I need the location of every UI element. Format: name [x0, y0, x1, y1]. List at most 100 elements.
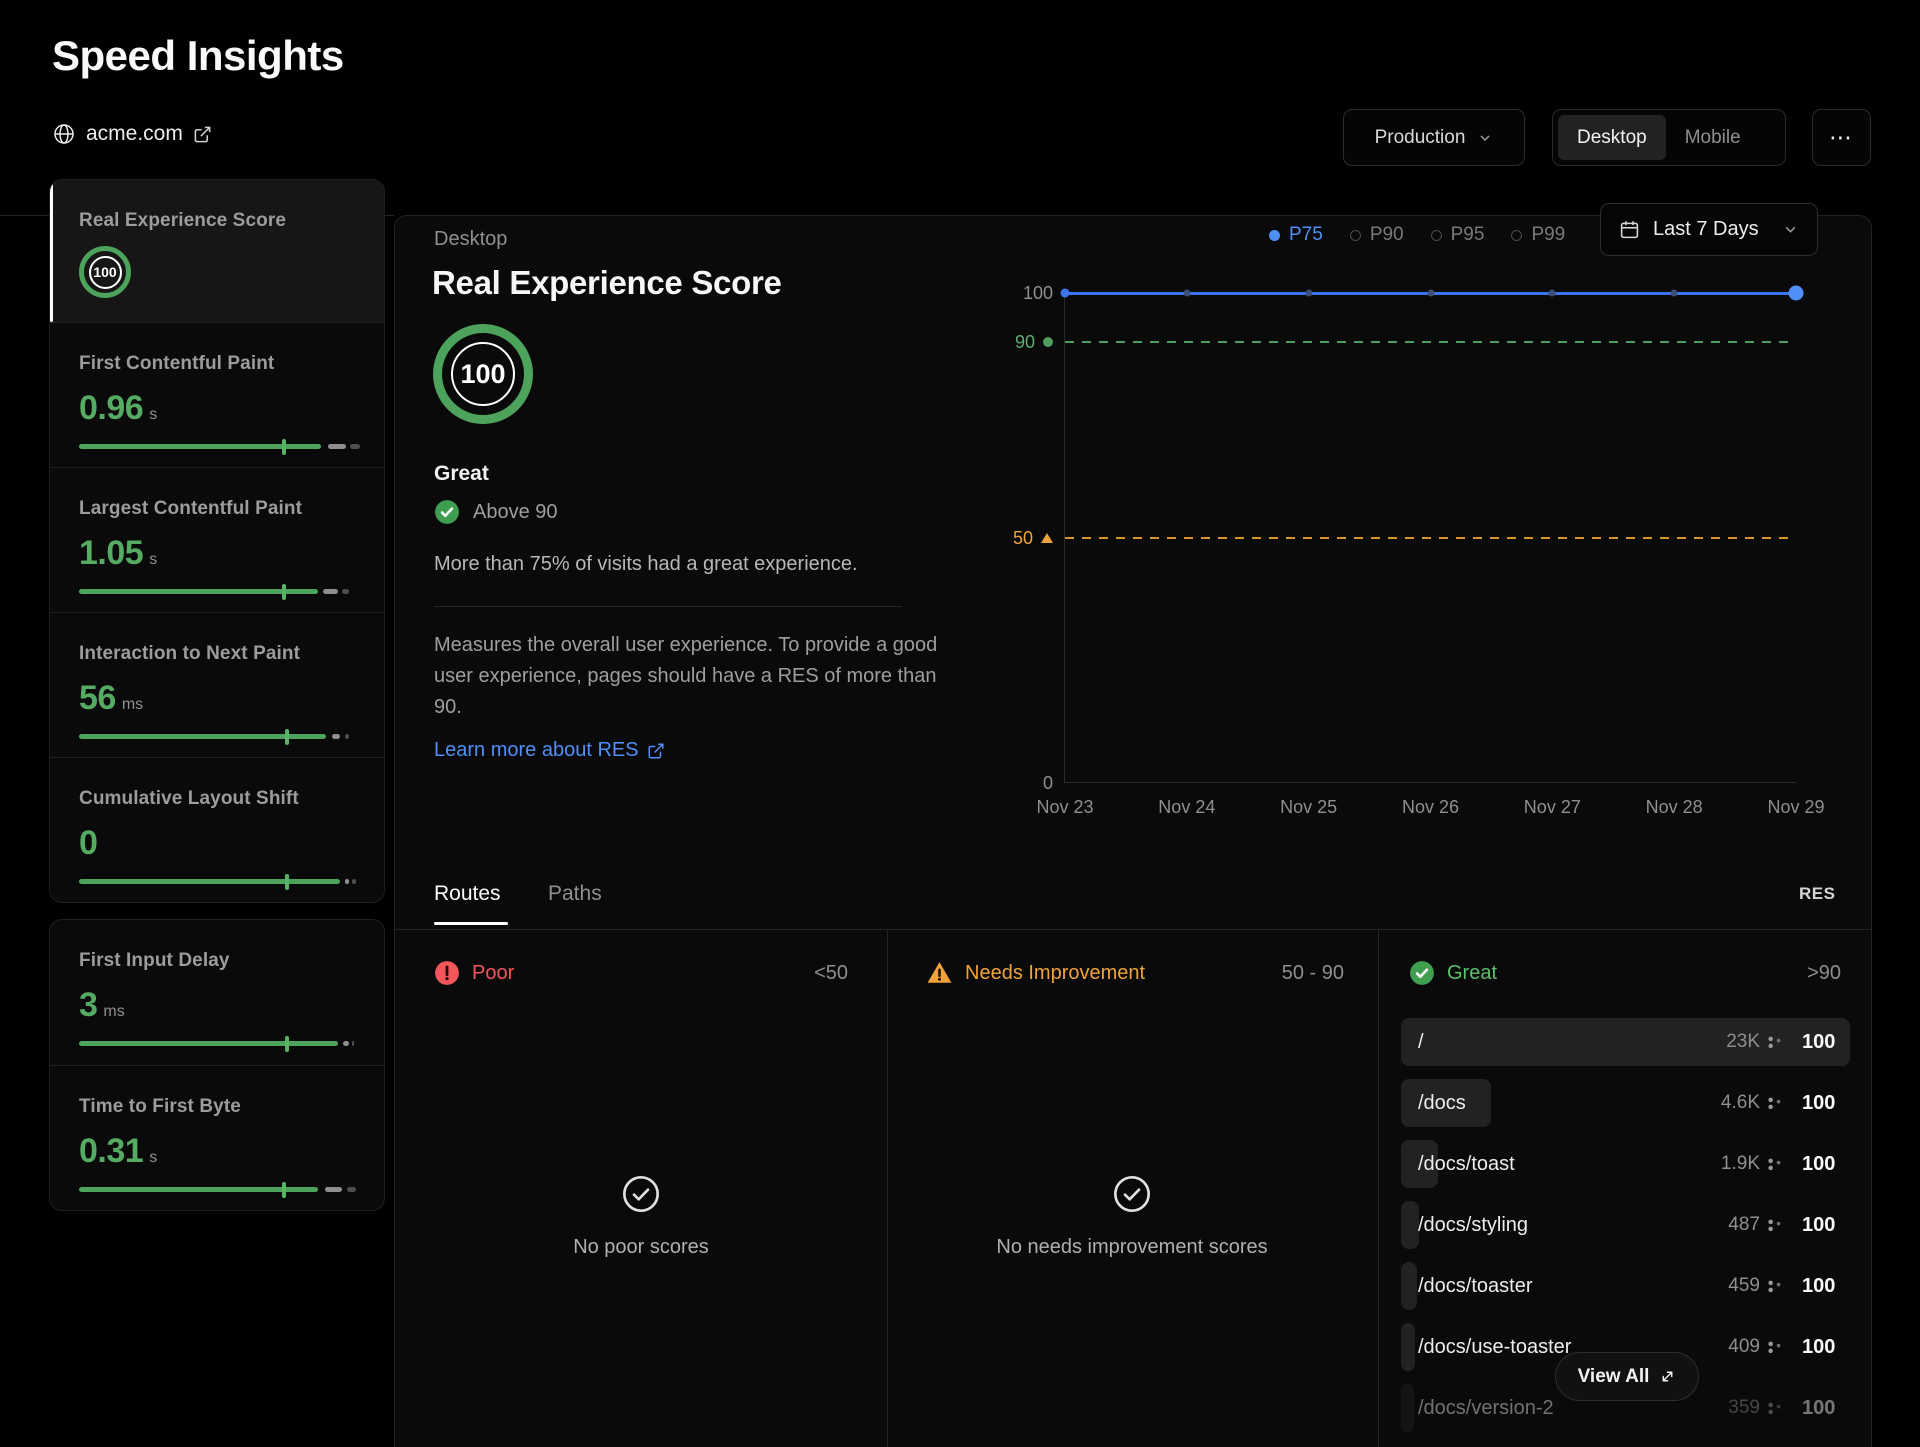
- metric-threshold-bar: [79, 1036, 360, 1052]
- great-column-header: Great >90: [1409, 960, 1841, 986]
- environment-dropdown[interactable]: Production: [1343, 109, 1525, 166]
- score-gauge: 100: [433, 324, 533, 424]
- score-value: 100: [460, 359, 505, 390]
- tab-routes[interactable]: Routes: [434, 882, 501, 906]
- x-tick-label: Nov 29: [1767, 797, 1824, 818]
- metric-card-interaction-to-next-paint[interactable]: Interaction to Next Paint56ms: [50, 612, 384, 757]
- threshold-row: Above 90: [434, 499, 558, 525]
- ellipsis-icon: ⋯: [1829, 124, 1854, 151]
- y-tick-label: 100: [1023, 283, 1053, 304]
- route-row[interactable]: /docs/styling487100: [1401, 1201, 1850, 1249]
- y-tick-label: 0: [1043, 773, 1053, 794]
- bar-good-segment: [79, 879, 340, 884]
- alert-circle-icon: [434, 960, 460, 986]
- globe-icon: [52, 122, 76, 146]
- tab-paths[interactable]: Paths: [548, 882, 602, 906]
- main-panel: Desktop Real Experience Score 100 Great …: [394, 215, 1872, 1447]
- expand-icon: [1659, 1368, 1676, 1385]
- metric-threshold-bar: [79, 874, 360, 890]
- metric-card-group: First Input Delay3msTime to First Byte0.…: [49, 919, 385, 1211]
- calendar-icon: [1619, 219, 1640, 240]
- route-score: 100: [1802, 1092, 1850, 1115]
- visitors-icon: [1767, 1096, 1782, 1111]
- reference-line-90: [1065, 341, 1796, 343]
- metric-card-real-experience-score[interactable]: Real Experience Score100: [50, 180, 384, 322]
- legend-dot-icon: [1511, 230, 1522, 241]
- route-score: 100: [1802, 1275, 1850, 1298]
- route-row[interactable]: /docs4.6K100: [1401, 1079, 1850, 1127]
- metric-value: 0.96: [79, 389, 143, 428]
- route-visitors-count: 459: [1728, 1275, 1760, 1297]
- page-title: Speed Insights: [52, 32, 344, 80]
- bar-threshold-segment: [352, 879, 356, 884]
- metric-value: 0: [79, 824, 97, 863]
- view-all-button[interactable]: View All: [1555, 1352, 1699, 1401]
- route-row[interactable]: /docs/toaster459100: [1401, 1262, 1850, 1310]
- route-row[interactable]: /23K100: [1401, 1018, 1850, 1066]
- learn-more-link[interactable]: Learn more about RES: [434, 739, 665, 762]
- metric-value: 56: [79, 679, 116, 718]
- x-tick-label: Nov 25: [1280, 797, 1337, 818]
- device-toggle-mobile[interactable]: Mobile: [1666, 115, 1760, 160]
- metric-label: Largest Contentful Paint: [79, 498, 355, 520]
- device-context-label: Desktop: [434, 228, 507, 251]
- metric-card-first-contentful-paint[interactable]: First Contentful Paint0.96s: [50, 322, 384, 467]
- bar-threshold-segment: [343, 1041, 349, 1046]
- metric-label: Interaction to Next Paint: [79, 643, 355, 665]
- legend-label: P75: [1289, 224, 1323, 246]
- metric-card-time-to-first-byte[interactable]: Time to First Byte0.31s: [50, 1065, 384, 1210]
- metric-heading: Real Experience Score: [432, 264, 782, 302]
- metric-value-row: 0: [79, 824, 355, 863]
- bar-threshold-segment: [347, 1187, 355, 1192]
- metric-score-value: 100: [89, 256, 122, 289]
- reference-line-50: [1065, 537, 1796, 539]
- external-link-icon: [193, 125, 212, 144]
- route-score: 100: [1802, 1336, 1850, 1359]
- bar-good-segment: [79, 1041, 338, 1046]
- tab-active-indicator: [434, 922, 508, 925]
- bar-value-needle: [285, 1036, 289, 1052]
- metric-card-first-input-delay[interactable]: First Input Delay3ms: [50, 920, 384, 1065]
- legend-p95[interactable]: P95: [1431, 224, 1485, 246]
- metric-value-row: 3ms: [79, 986, 355, 1025]
- route-row[interactable]: /docs/toast1.9K100: [1401, 1140, 1850, 1188]
- visitors-icon: [1767, 1279, 1782, 1294]
- data-point-nov-29: [1789, 286, 1804, 301]
- route-visitors-count: 1.9K: [1721, 1153, 1760, 1175]
- rating-label: Great: [434, 462, 489, 486]
- legend-p75[interactable]: P75: [1269, 224, 1323, 246]
- green-dot-marker: [1043, 337, 1053, 347]
- metric-card-group: Real Experience Score100First Contentful…: [49, 179, 385, 903]
- check-circle-outline-icon: [1112, 1174, 1152, 1214]
- bar-threshold-segment: [345, 734, 349, 739]
- data-point-nov-24: [1183, 290, 1190, 297]
- metric-threshold-bar: [79, 1182, 360, 1198]
- metric-card-largest-contentful-paint[interactable]: Largest Contentful Paint1.05s: [50, 467, 384, 612]
- legend-p90[interactable]: P90: [1350, 224, 1404, 246]
- metric-threshold-bar: [79, 729, 360, 745]
- route-path: /docs/toast: [1401, 1153, 1721, 1176]
- bar-value-needle: [285, 874, 289, 890]
- legend-dot-icon: [1350, 230, 1361, 241]
- metric-unit: s: [149, 1149, 157, 1167]
- data-point-nov-28: [1671, 290, 1678, 297]
- date-range-dropdown[interactable]: Last 7 Days: [1600, 203, 1818, 256]
- data-point-nov-27: [1549, 290, 1556, 297]
- metric-card-cumulative-layout-shift[interactable]: Cumulative Layout Shift0: [50, 757, 384, 902]
- route-path: /: [1401, 1031, 1726, 1054]
- summary-text: More than 75% of visits had a great expe…: [434, 553, 858, 576]
- legend-label: P95: [1451, 224, 1485, 246]
- metric-value: 1.05: [79, 534, 143, 573]
- site-link[interactable]: acme.com: [52, 122, 212, 146]
- bar-value-needle: [282, 584, 286, 600]
- device-toggle-desktop[interactable]: Desktop: [1558, 115, 1666, 160]
- bar-threshold-segment: [345, 879, 349, 884]
- more-button[interactable]: ⋯: [1812, 109, 1871, 166]
- bar-value-needle: [285, 729, 289, 745]
- route-visitors-count: 487: [1728, 1214, 1760, 1236]
- environment-label: Production: [1375, 127, 1466, 149]
- divider: [434, 606, 902, 607]
- route-visitors-count: 4.6K: [1721, 1092, 1760, 1114]
- bar-value-needle: [282, 439, 286, 455]
- legend-p99[interactable]: P99: [1511, 224, 1565, 246]
